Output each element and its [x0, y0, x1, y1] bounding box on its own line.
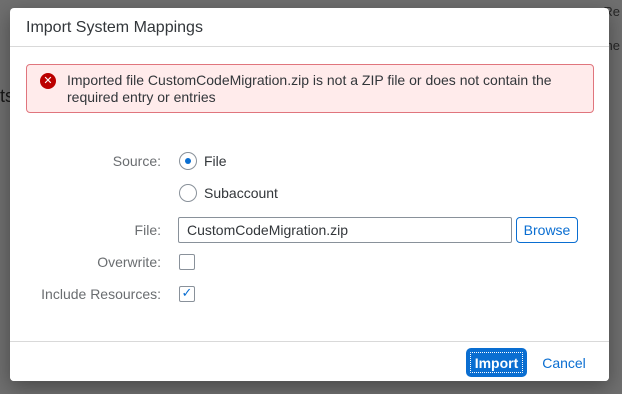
import-system-mappings-dialog: Import System Mappings ✕ Imported file C…: [10, 8, 609, 381]
include-resources-label: Include Resources:: [41, 286, 161, 302]
checkmark-icon: ✓: [181, 286, 193, 301]
dialog-header: Import System Mappings: [10, 8, 609, 47]
import-button[interactable]: Import: [467, 349, 526, 376]
error-circle-icon: ✕: [40, 73, 56, 89]
browse-button[interactable]: Browse: [516, 217, 578, 243]
source-subaccount-radio[interactable]: [179, 184, 197, 202]
dialog-footer: Import Cancel: [10, 341, 609, 381]
file-input[interactable]: [178, 217, 512, 243]
include-resources-row: Include Resources: ✓: [10, 284, 609, 308]
overwrite-row: Overwrite:: [10, 252, 609, 276]
source-subaccount-radio-label[interactable]: Subaccount: [204, 185, 278, 201]
dialog-title: Import System Mappings: [26, 19, 203, 36]
source-row: Source: File: [10, 150, 609, 174]
source-subaccount-row: Subaccount: [10, 182, 609, 206]
file-label: File:: [134, 222, 161, 238]
overwrite-checkbox[interactable]: [179, 254, 195, 270]
source-label: Source:: [112, 153, 161, 169]
error-message-strip: ✕ Imported file CustomCodeMigration.zip …: [26, 64, 594, 113]
include-resources-checkbox[interactable]: ✓: [179, 286, 195, 302]
cancel-button[interactable]: Cancel: [534, 349, 594, 376]
overwrite-label: Overwrite:: [97, 254, 161, 270]
error-message-text: Imported file CustomCodeMigration.zip is…: [67, 72, 552, 105]
source-file-radio-label[interactable]: File: [204, 153, 227, 169]
file-row: File: Browse: [10, 217, 609, 243]
source-file-radio[interactable]: [179, 152, 197, 170]
